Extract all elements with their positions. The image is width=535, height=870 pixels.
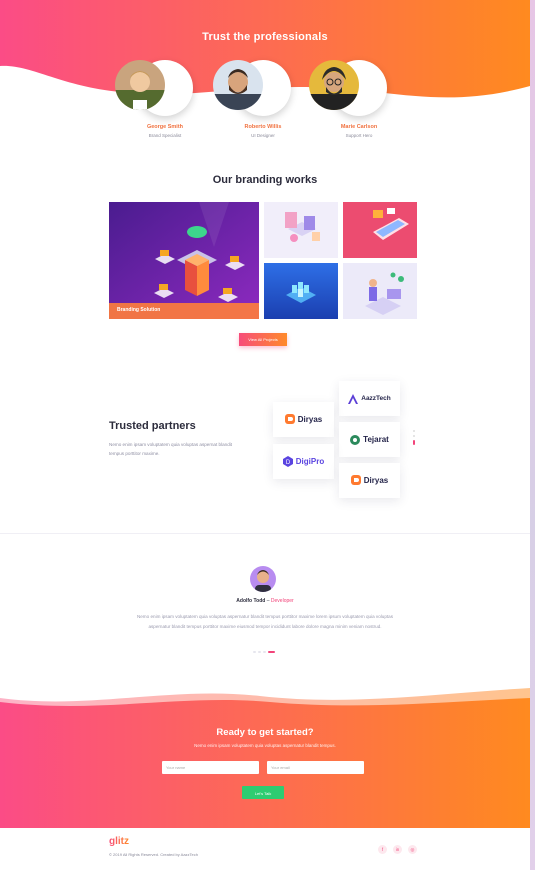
team-member-name: Roberto Willis (244, 124, 282, 130)
isometric-network-illustration (264, 263, 338, 319)
partners-carousel-dots (413, 430, 416, 448)
partner-logo-card: Diryas (273, 402, 334, 437)
isometric-shopping-illustration (264, 202, 338, 258)
diryas-logo-icon (350, 474, 361, 485)
isometric-server-illustration (109, 202, 259, 319)
cta-subtitle: Nemo enim ipsam voluptatem quia voluptas… (194, 743, 336, 748)
team-member-role: Support Hero (345, 133, 373, 138)
avatar (213, 60, 291, 116)
partner-name: DigiPro (295, 457, 325, 466)
testimonial-carousel-dots (253, 651, 275, 653)
testimonial-role: Developer (270, 598, 294, 604)
partner-name: Diryas (297, 415, 323, 424)
carousel-dot[interactable] (263, 651, 266, 653)
cta-gradient-background (0, 688, 530, 828)
copyright-text: © 2019 All Rights Reserved. Created by A… (109, 852, 198, 857)
footer (0, 828, 530, 870)
isometric-phone-illustration (343, 202, 417, 258)
partner-logo-card: D DigiPro (273, 444, 334, 479)
lets-talk-button[interactable]: Let's Talk (242, 786, 284, 799)
linkedin-icon[interactable]: in (393, 845, 402, 854)
email-input[interactable] (267, 761, 364, 774)
testimonial-avatar (250, 566, 276, 592)
carousel-dot[interactable] (258, 651, 261, 653)
team-member-card: George Smith Brand Specialist (115, 60, 215, 138)
partner-name: Diryas (363, 476, 389, 485)
portfolio-item[interactable] (343, 202, 417, 258)
partner-logo-card: Diryas (339, 463, 400, 498)
carousel-dot[interactable] (413, 435, 415, 437)
cta-section (0, 688, 530, 828)
team-member-card: Roberto Willis UI Designer (213, 60, 313, 138)
carousel-dot-active[interactable] (413, 440, 415, 445)
carousel-dot[interactable] (253, 651, 256, 653)
team-member-name: George Smith (146, 124, 184, 130)
partner-logo-card: AazzTech (339, 381, 400, 416)
portfolio-item[interactable] (264, 202, 338, 258)
portfolio-caption: Branding Solution (117, 307, 161, 313)
carousel-dot-active[interactable] (268, 651, 275, 653)
cta-title: Ready to get started? (216, 727, 314, 738)
view-all-projects-button[interactable]: View All Projects (239, 333, 287, 346)
instagram-icon[interactable]: ◎ (408, 845, 417, 854)
testimonial-author: Adolfo Todd – Developer (0, 598, 530, 604)
footer-logo[interactable]: glitz (109, 836, 129, 847)
team-member-card: Marie Carlson Support Hero (309, 60, 409, 138)
avatar (309, 60, 387, 116)
section-divider (0, 533, 530, 534)
aazztech-logo-icon (348, 393, 359, 404)
partner-name: Tejarat (363, 435, 389, 444)
hero-title: Trust the professionals (202, 31, 328, 43)
isometric-workspace-illustration (343, 263, 417, 319)
portfolio-item[interactable] (264, 263, 338, 319)
portfolio-item[interactable] (343, 263, 417, 319)
partner-logo-card: Tejarat (339, 422, 400, 457)
team-member-role: Brand Specialist (148, 133, 182, 138)
facebook-icon[interactable]: f (378, 845, 387, 854)
team-member-role: UI Designer (251, 133, 275, 138)
portfolio-item-featured[interactable]: Branding Solution (109, 202, 259, 319)
page: Trust the professionals George Smith Bra… (0, 0, 530, 870)
tejarat-logo-icon (350, 434, 361, 445)
avatar (115, 60, 193, 116)
works-title: Our branding works (212, 174, 318, 186)
testimonial-name: Adolfo Todd (236, 598, 266, 604)
partners-description: Nemo enim ipsam voluptatem quia voluptas… (109, 442, 233, 456)
hero-section: Trust the professionals George Smith Bra… (0, 0, 530, 138)
digipro-logo-icon: D (282, 456, 293, 467)
name-input[interactable] (162, 761, 259, 774)
window-edge (530, 0, 535, 870)
diryas-logo-icon (284, 413, 295, 424)
partners-title: Trusted partners (109, 420, 196, 432)
testimonial-quote: Nemo enim ipsam voluptatem quia voluptas… (136, 614, 394, 629)
svg-text:D: D (286, 460, 291, 466)
partner-name: AazzTech (361, 395, 391, 402)
testimonial-separator: – (266, 598, 270, 604)
carousel-dot[interactable] (413, 430, 415, 432)
team-member-name: Marie Carlson (340, 124, 378, 130)
